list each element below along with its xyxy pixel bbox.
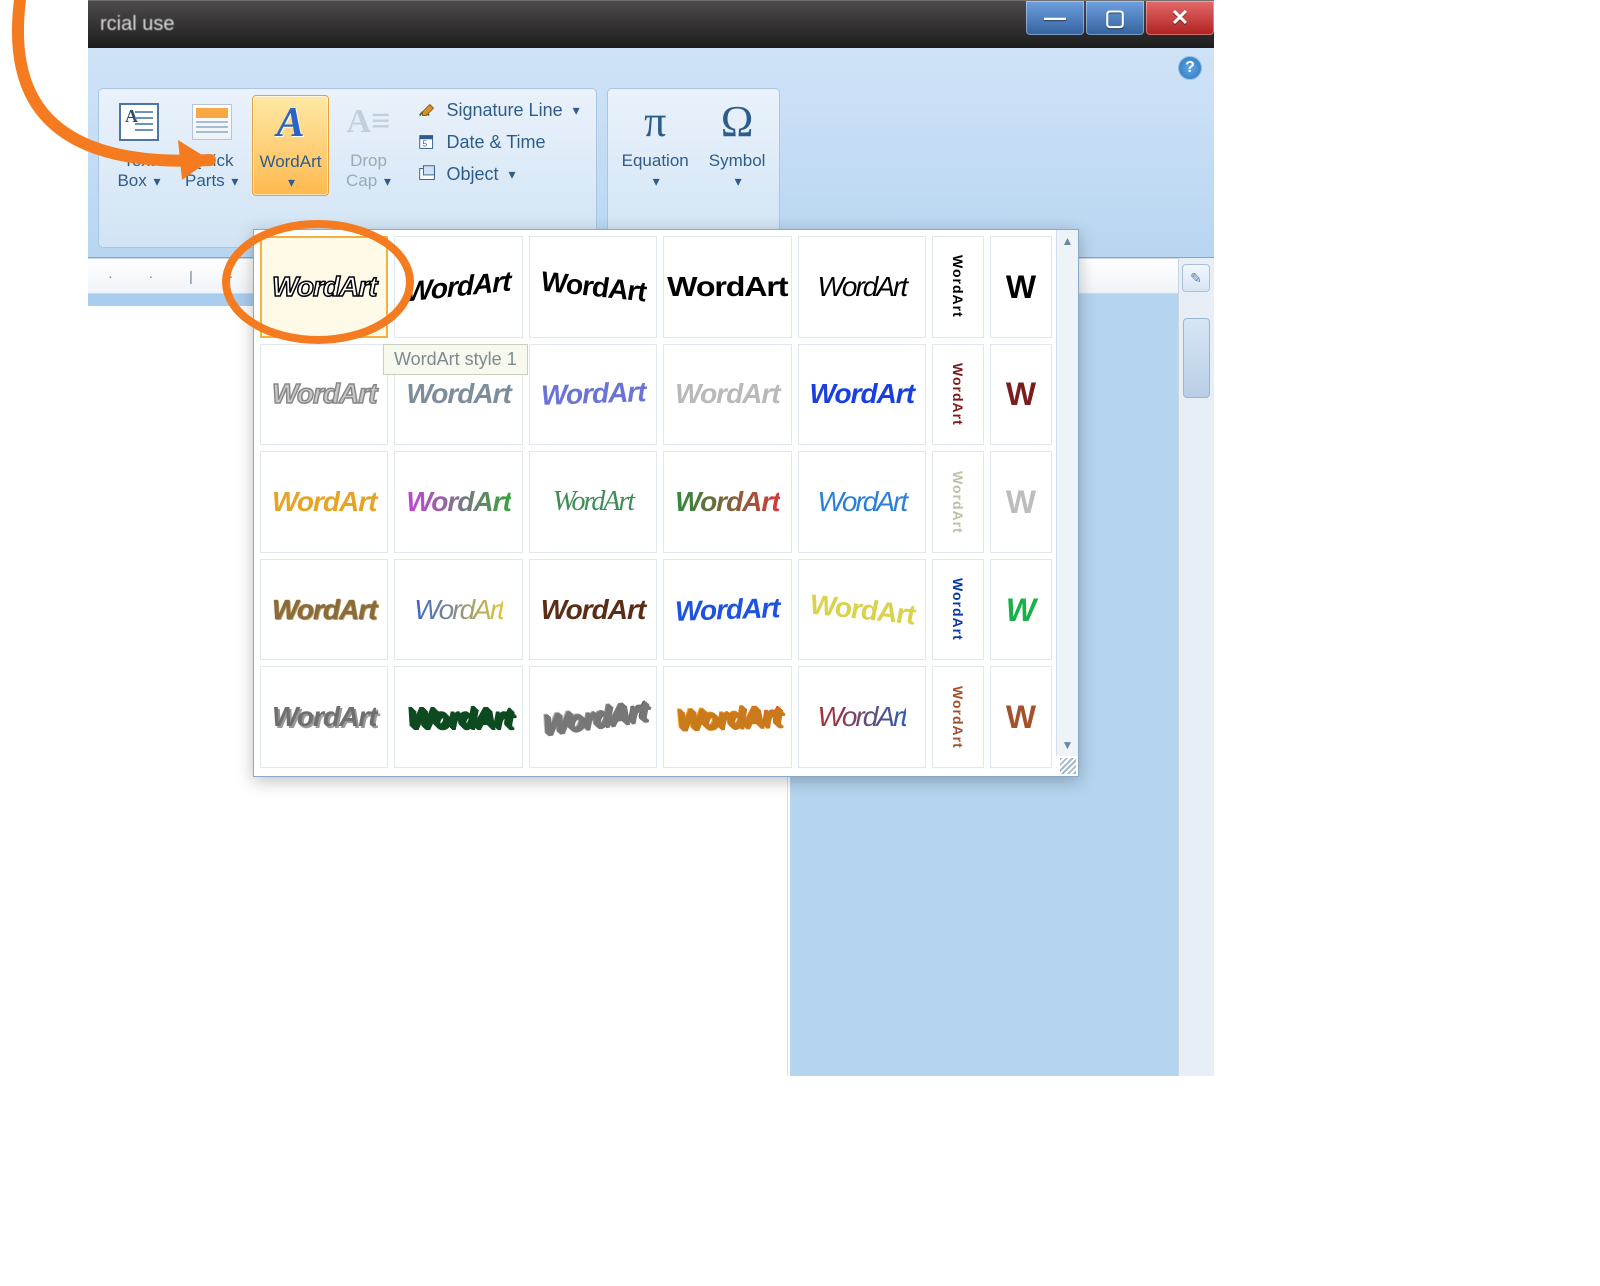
- chevron-down-icon: ▾: [509, 166, 516, 183]
- equation-button[interactable]: π Equation▾: [616, 95, 695, 194]
- drop-cap-icon: A≡: [346, 99, 392, 145]
- wordart-style-3-1[interactable]: WordArt: [260, 451, 388, 553]
- drop-cap-label: Drop Cap ▾: [346, 151, 391, 190]
- text-box-icon: [116, 99, 162, 145]
- object-icon: [417, 163, 439, 185]
- symbol-button[interactable]: Ω Symbol▾: [703, 95, 772, 194]
- chevron-down-icon: ▾: [653, 173, 660, 189]
- ribbon: ? Text Box ▾ Quick Parts ▾ A WordArt▾ A≡…: [88, 48, 1214, 258]
- object-label: Object: [447, 164, 499, 185]
- wordart-style-5-2[interactable]: WordArt: [394, 666, 522, 768]
- svg-text:5: 5: [422, 140, 427, 149]
- wordart-style-tooltip: WordArt style 1: [383, 344, 528, 375]
- wordart-style-3-thumb[interactable]: W: [990, 451, 1052, 553]
- wordart-style-3-5[interactable]: WordArt: [798, 451, 926, 553]
- gallery-resize-handle[interactable]: [1060, 758, 1076, 774]
- chevron-down-icon: ▾: [231, 173, 238, 189]
- text-box-button[interactable]: Text Box ▾: [107, 95, 171, 194]
- ruler-toggle-button[interactable]: ✎: [1182, 264, 1210, 292]
- wordart-style-3-vertical[interactable]: WordArt: [932, 451, 984, 553]
- wordart-style-1-3[interactable]: WordArt: [529, 236, 657, 338]
- wordart-style-2-1[interactable]: WordArt: [260, 344, 388, 446]
- wordart-style-4-thumb[interactable]: W: [990, 559, 1052, 661]
- chevron-down-icon: ▾: [735, 173, 742, 189]
- wordart-style-2-5[interactable]: WordArt: [798, 344, 926, 446]
- wordart-button[interactable]: A WordArt▾: [252, 95, 328, 196]
- equation-label: Equation▾: [622, 151, 689, 190]
- signature-line-button[interactable]: Signature Line ▾: [417, 99, 580, 121]
- close-icon: ✕: [1171, 5, 1189, 31]
- wordart-style-1-thumb[interactable]: W: [990, 236, 1052, 338]
- wordart-style-1-4[interactable]: WordArt: [663, 236, 791, 338]
- date-time-label: Date & Time: [447, 132, 546, 153]
- wordart-style-1-5[interactable]: WordArt: [798, 236, 926, 338]
- wordart-icon: A: [267, 100, 313, 146]
- gallery-scrollbar[interactable]: ▲ ▼: [1056, 230, 1078, 756]
- window-title: rcial use: [88, 13, 174, 36]
- wordart-style-4-vertical[interactable]: WordArt: [932, 559, 984, 661]
- equation-icon: π: [632, 99, 678, 145]
- chevron-down-icon: ▾: [154, 173, 161, 189]
- wordart-style-3-2[interactable]: WordArt: [394, 451, 522, 553]
- wordart-style-5-thumb[interactable]: W: [990, 666, 1052, 768]
- scrollbar-thumb[interactable]: [1183, 318, 1210, 398]
- wordart-style-4-3[interactable]: WordArt: [529, 559, 657, 661]
- vertical-scrollbar[interactable]: [1178, 258, 1214, 1076]
- wordart-style-5-4[interactable]: WordArt: [663, 666, 791, 768]
- minimize-icon: —: [1044, 5, 1066, 31]
- minimize-button[interactable]: —: [1026, 1, 1084, 35]
- wordart-style-2-vertical[interactable]: WordArt: [932, 344, 984, 446]
- quick-parts-label: Quick Parts ▾: [185, 151, 238, 190]
- wordart-style-5-1[interactable]: WordArt: [260, 666, 388, 768]
- ribbon-text-extras: Signature Line ▾ 5 Date & Time Object: [409, 95, 588, 189]
- wordart-style-5-vertical[interactable]: WordArt: [932, 666, 984, 768]
- signature-line-label: Signature Line: [447, 100, 563, 121]
- wordart-style-2-3[interactable]: WordArt: [529, 344, 657, 446]
- wordart-style-4-1[interactable]: WordArt: [260, 559, 388, 661]
- symbol-label: Symbol▾: [709, 151, 766, 190]
- signature-line-icon: [417, 99, 439, 121]
- symbol-icon: Ω: [714, 99, 760, 145]
- quick-parts-icon: [189, 99, 235, 145]
- maximize-icon: ▢: [1105, 5, 1126, 31]
- help-button[interactable]: ?: [1178, 56, 1202, 80]
- wordart-style-2-4[interactable]: WordArt: [663, 344, 791, 446]
- text-box-label: Text Box ▾: [117, 151, 160, 190]
- wordart-style-1-1[interactable]: WordArt: [260, 236, 388, 338]
- drop-cap-button[interactable]: A≡ Drop Cap ▾: [337, 95, 401, 194]
- wordart-style-1-2[interactable]: WordArt: [394, 236, 522, 338]
- ribbon-group-text: Text Box ▾ Quick Parts ▾ A WordArt▾ A≡ D…: [98, 88, 597, 248]
- chevron-down-icon: ▾: [573, 102, 580, 119]
- wordart-style-4-5[interactable]: WordArt: [798, 559, 926, 661]
- close-button[interactable]: ✕: [1146, 1, 1214, 35]
- maximize-button[interactable]: ▢: [1086, 1, 1144, 35]
- object-button[interactable]: Object ▾: [417, 163, 580, 185]
- wordart-style-4-4[interactable]: WordArt: [663, 559, 791, 661]
- quick-parts-button[interactable]: Quick Parts ▾: [179, 95, 244, 194]
- window-titlebar: rcial use — ▢ ✕: [88, 0, 1214, 48]
- wordart-style-2-thumb[interactable]: W: [990, 344, 1052, 446]
- wordart-style-5-5[interactable]: WordArt: [798, 666, 926, 768]
- scroll-down-icon[interactable]: ▼: [1057, 734, 1078, 756]
- scroll-up-icon[interactable]: ▲: [1057, 230, 1078, 252]
- ribbon-group-symbols: π Equation▾ Ω Symbol▾: [607, 88, 781, 248]
- wordart-style-4-2[interactable]: WordArt: [394, 559, 522, 661]
- chevron-down-icon: ▾: [288, 174, 295, 190]
- window-controls: — ▢ ✕: [1024, 1, 1214, 49]
- wordart-style-3-3[interactable]: WordArt: [529, 451, 657, 553]
- wordart-label: WordArt▾: [259, 152, 321, 191]
- chevron-down-icon: ▾: [384, 173, 391, 189]
- wordart-style-5-3[interactable]: WordArt: [529, 666, 657, 768]
- date-time-button[interactable]: 5 Date & Time: [417, 131, 580, 153]
- wordart-gallery: WordArtWordArtWordArtWordArtWordArtWordA…: [253, 229, 1079, 777]
- wordart-style-3-4[interactable]: WordArt: [663, 451, 791, 553]
- date-time-icon: 5: [417, 131, 439, 153]
- wordart-style-1-vertical[interactable]: WordArt: [932, 236, 984, 338]
